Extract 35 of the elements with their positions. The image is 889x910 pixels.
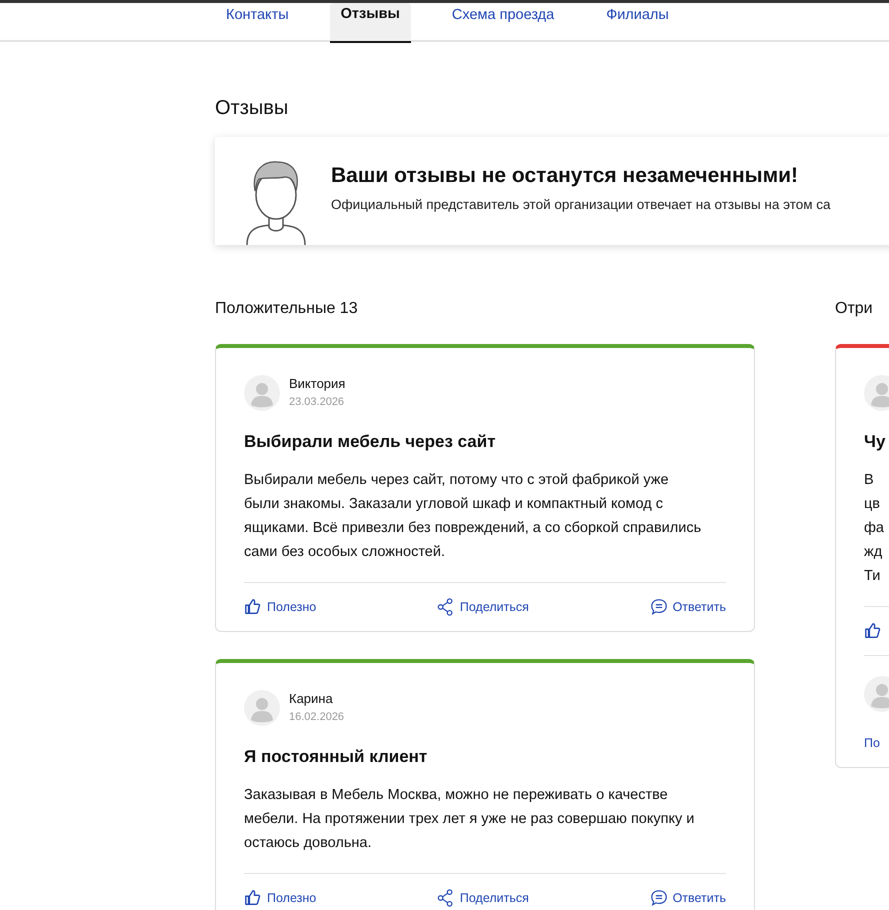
nav-tab[interactable]: Отзывы [330,3,411,43]
review-date: 16.02.2026 [289,710,344,725]
nav-tab[interactable]: Филиалы [595,3,680,43]
nav-tab[interactable]: Контакты [215,3,300,43]
review-title: Чу [864,431,886,453]
thumbs-up-icon [244,598,262,616]
author-name: Виктория [289,375,346,393]
banner-title: Ваши отзывы не останутся незамеченными! [331,163,800,189]
review-text: В цв фа жд Ти [864,471,885,586]
review-title: Выбирали мебель через сайт [244,431,497,453]
share-link[interactable]: Поделиться [436,598,529,616]
avatar-icon [244,375,280,411]
column-heading: Отри [835,299,874,319]
share-link[interactable]: Поделиться [436,888,529,908]
share-icon [436,889,455,907]
thumbs-up-icon [244,889,262,907]
author-name: Карина [289,690,334,708]
speech-bubble-icon [650,889,668,907]
review-date: 23.03.2026 [289,395,346,410]
avatar-icon [244,690,280,726]
section-heading: Отзывы [215,96,290,121]
banner-text: Официальный представитель этой организации отвечает на отзывы на этом са [331,196,831,214]
thumbs-up-icon[interactable] [864,622,882,640]
review-title: Я постоянный клиент [244,746,428,768]
speech-bubble-icon [650,598,668,616]
share-icon [436,598,455,616]
review-text: Заказывая в Мебель Москва, можно не переживать о качестве мебели. На протяжении трех лет я уже не раз совершаю покупку и остаюсь довольна. [244,786,696,853]
helpful-link[interactable]: Полезно [244,598,316,616]
reply-link[interactable]: По [864,734,889,753]
helpful-link[interactable]: Полезно [244,888,316,908]
column-heading: Положительные 13 [215,299,359,319]
nav-tab[interactable]: Схема проезда [440,3,566,43]
reply-link[interactable]: Ответить [650,598,726,616]
review-text: Выбирали мебель через сайт, потому что с этой фабрикой уже были знакомы. Заказали угловой шкаф и компактный комод с ящиками. Всё привезли без повреждений, а со сборкой справились сами без особых сложностей. [244,471,702,562]
reply-link[interactable]: Ответить [650,888,726,908]
